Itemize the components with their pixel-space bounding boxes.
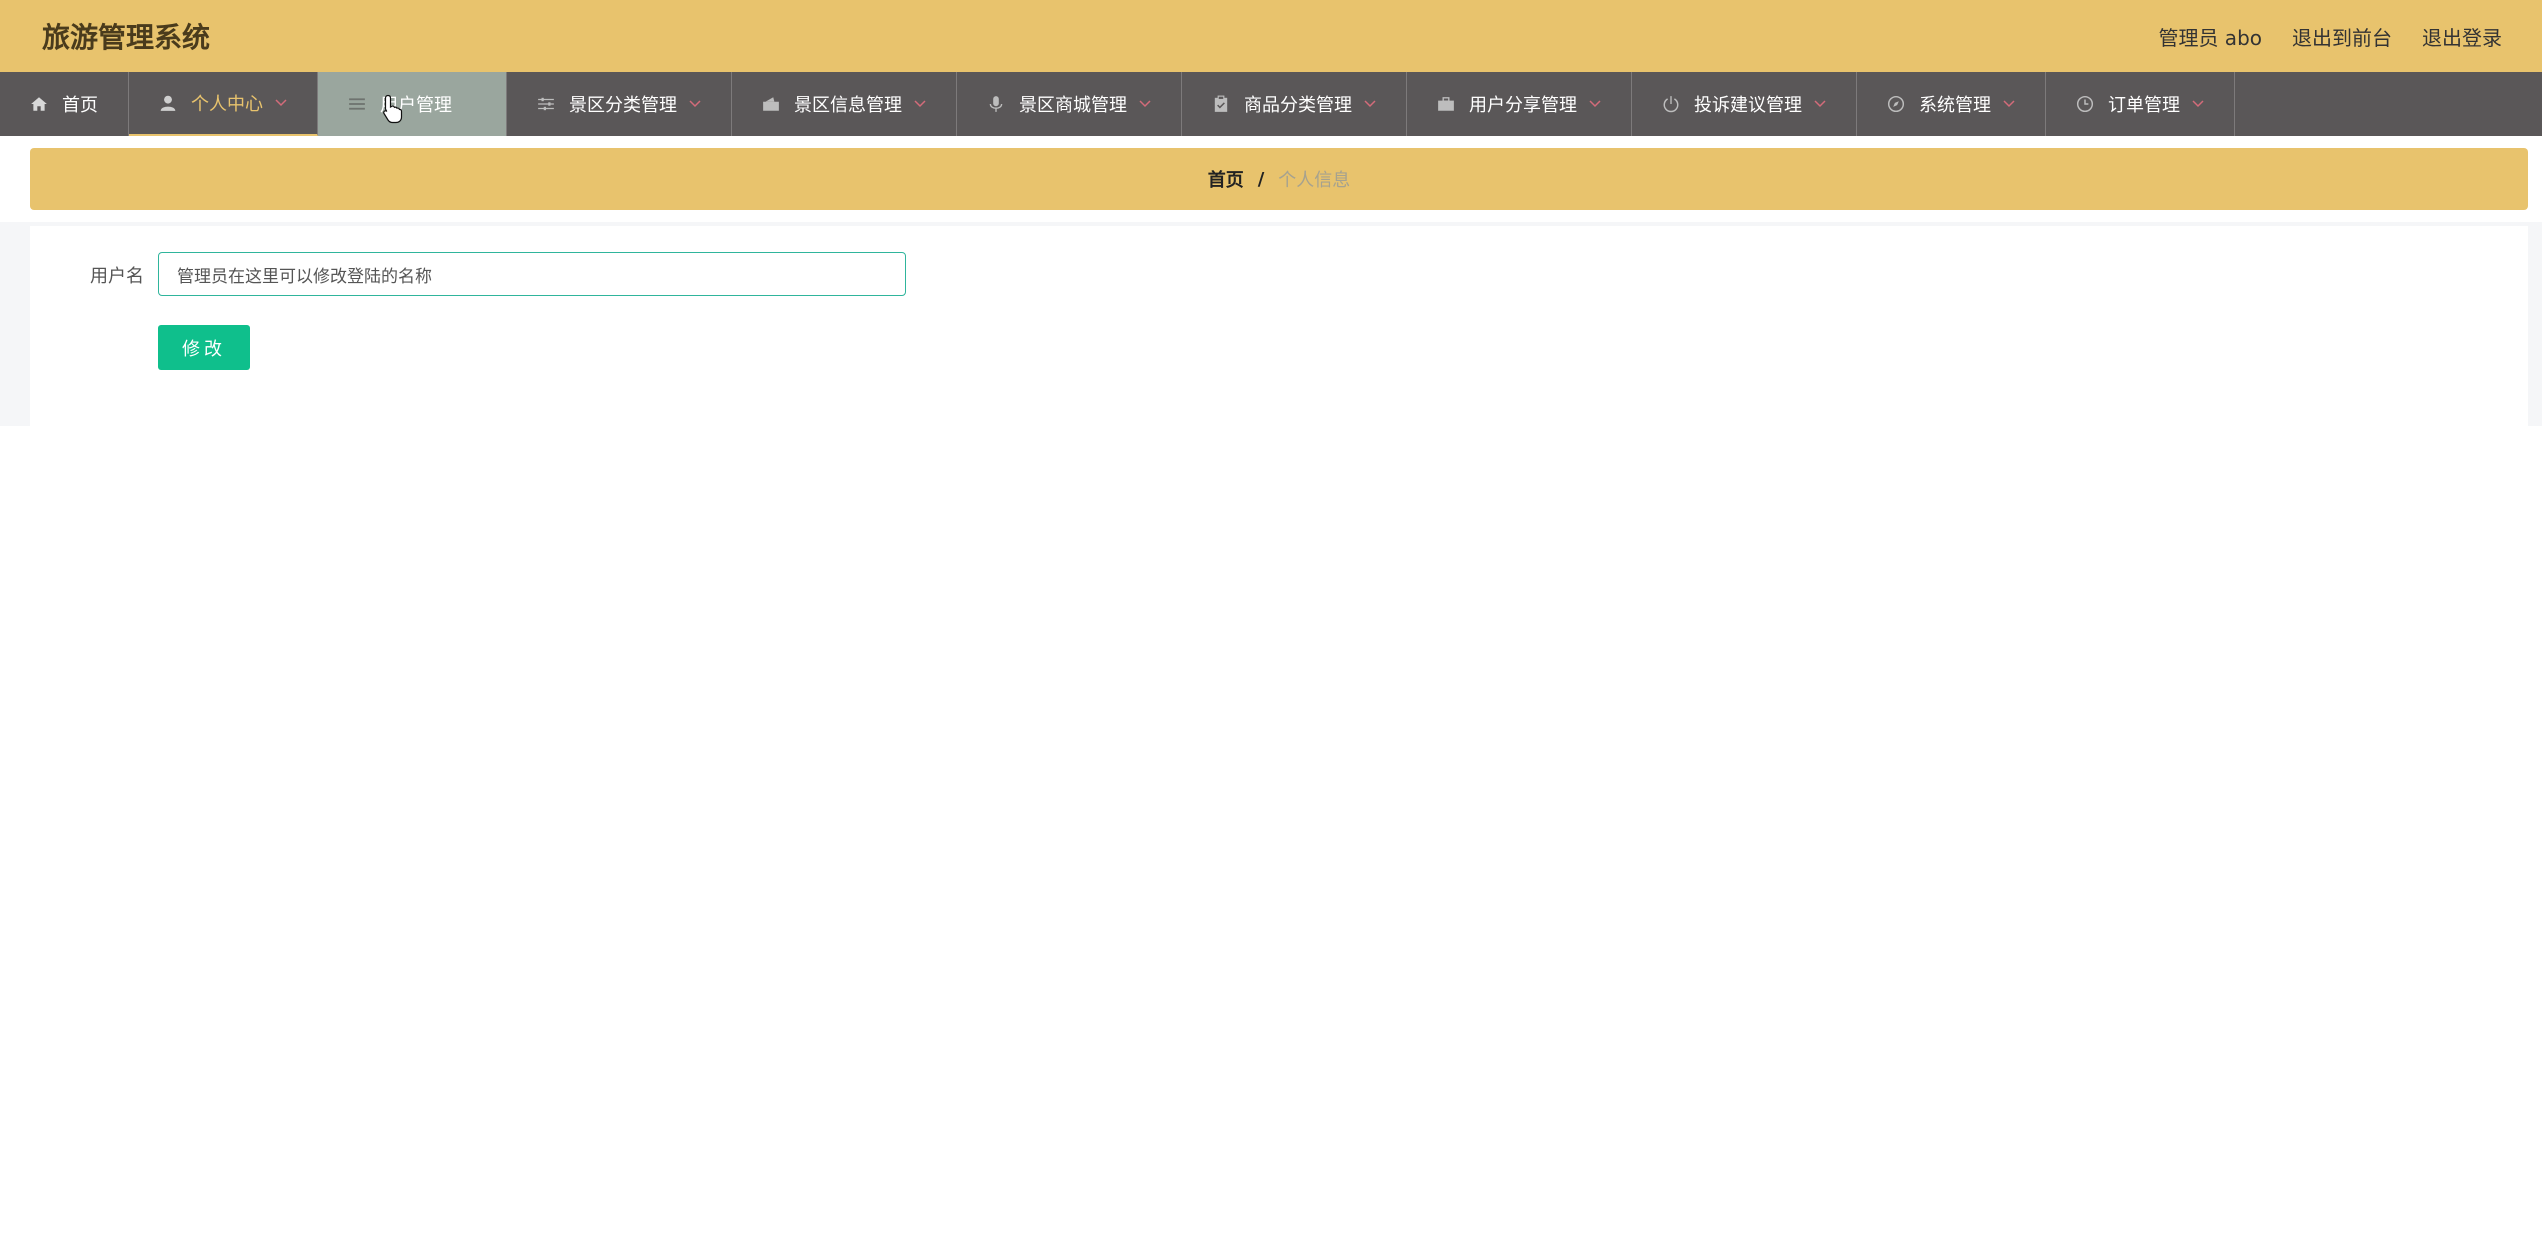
modify-button[interactable]: 修改 <box>158 325 250 370</box>
chevron-down-icon <box>2003 100 2015 108</box>
chevron-down-icon <box>275 99 287 107</box>
nav-item-label: 景区商城管理 <box>1019 95 1127 116</box>
nav-item-user-share[interactable]: 用户分享管理 <box>1407 72 1632 136</box>
chevron-down-icon <box>1589 100 1601 108</box>
chevron-down-icon <box>914 100 926 108</box>
nav-item-scenic-category[interactable]: 景区分类管理 <box>507 72 732 136</box>
nav-item-goods-category[interactable]: 商品分类管理 <box>1182 72 1407 136</box>
nav-item-home[interactable]: 首页 <box>0 72 129 136</box>
username-input[interactable] <box>158 252 906 296</box>
nav-item-scenic-info[interactable]: 景区信息管理 <box>732 72 957 136</box>
nav-item-label: 商品分类管理 <box>1244 95 1352 116</box>
nav-item-label: 订单管理 <box>2108 95 2180 116</box>
nav-item-user-management[interactable]: 用户管理 <box>318 72 507 136</box>
briefcase-icon <box>1437 95 1455 113</box>
wallet-icon <box>762 95 780 113</box>
nav-item-scenic-mall[interactable]: 景区商城管理 <box>957 72 1182 136</box>
breadcrumb: 首页 / 个人信息 <box>30 148 2528 210</box>
breadcrumb-current: 个人信息 <box>1278 170 1351 191</box>
nav-item-complaints[interactable]: 投诉建议管理 <box>1632 72 1857 136</box>
nav-item-label: 投诉建议管理 <box>1694 95 1802 116</box>
nav-item-personal-center[interactable]: 个人中心 <box>129 72 318 136</box>
chevron-down-icon <box>1139 100 1151 108</box>
clock-icon <box>2076 95 2094 113</box>
username-label: 用户名 <box>90 266 144 287</box>
chevron-down-icon <box>2192 100 2204 108</box>
nav-item-label: 个人中心 <box>191 94 263 115</box>
chevron-down-icon <box>1364 100 1376 108</box>
nav-item-label: 首页 <box>62 95 98 116</box>
top-header: 旅游管理系统 管理员 abo 退出到前台 退出登录 <box>0 0 2542 72</box>
nav-item-orders[interactable]: 订单管理 <box>2046 72 2235 136</box>
back-to-frontend-link[interactable]: 退出到前台 <box>2292 22 2392 51</box>
top-links: 管理员 abo 退出到前台 退出登录 <box>2128 22 2502 51</box>
nav-item-system[interactable]: 系统管理 <box>1857 72 2046 136</box>
chevron-down-icon <box>464 100 476 108</box>
breadcrumb-home[interactable]: 首页 <box>1208 166 1244 192</box>
logout-link[interactable]: 退出登录 <box>2422 22 2502 51</box>
nav-item-label: 景区分类管理 <box>569 95 677 116</box>
app-title: 旅游管理系统 <box>42 21 211 54</box>
breadcrumb-separator: / <box>1257 168 1265 190</box>
nav-item-label: 用户分享管理 <box>1469 95 1577 116</box>
power-icon <box>1662 95 1680 113</box>
chevron-down-icon <box>689 100 701 108</box>
admin-user-label[interactable]: 管理员 abo <box>2158 22 2262 51</box>
hand-cursor-icon <box>383 94 403 124</box>
clipboard-icon <box>1212 95 1230 113</box>
nav-item-label: 系统管理 <box>1919 95 1991 116</box>
home-icon <box>30 95 48 113</box>
sliders-icon <box>537 95 555 113</box>
user-icon <box>159 94 177 112</box>
chevron-down-icon <box>1814 100 1826 108</box>
list-icon <box>348 95 366 113</box>
compass-icon <box>1887 95 1905 113</box>
microphone-icon <box>987 95 1005 113</box>
nav-item-label: 景区信息管理 <box>794 95 902 116</box>
